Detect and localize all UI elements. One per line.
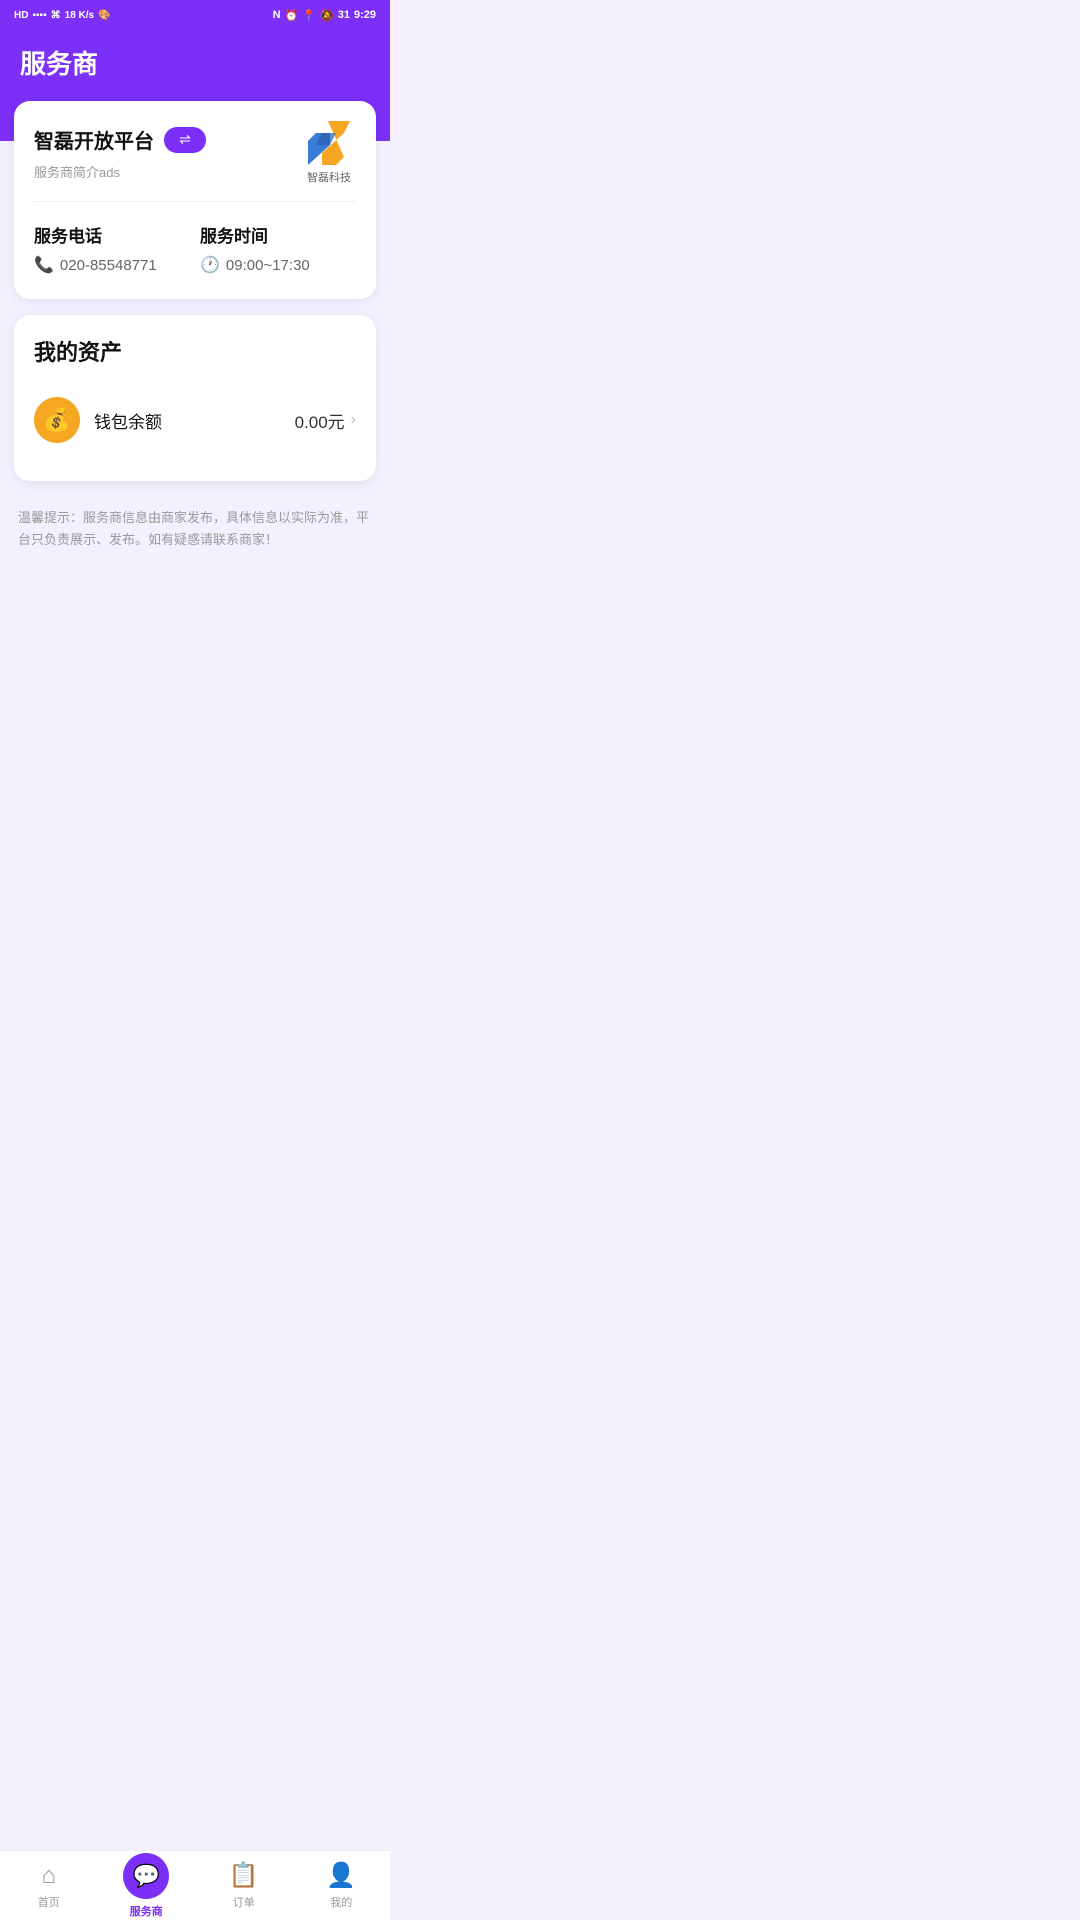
nfc-icon: N (273, 9, 281, 21)
clock-icon: 🕐 (200, 255, 220, 275)
swap-icon: ⇌ (179, 131, 191, 148)
provider-logo (302, 121, 356, 165)
signal-icon: ▪▪▪▪ (32, 10, 46, 21)
status-bar: HD ▪▪▪▪ ⌘ 18 K/s 🎨 N ⏰ 📍 🔕 31 9:29 (0, 0, 390, 28)
provider-logo-block: 智磊科技 (302, 121, 356, 185)
wallet-left: 💰 钱包余额 (34, 397, 162, 443)
nav-item-home[interactable]: ⌂ 首页 (0, 1851, 98, 1920)
hours-text: 09:00~17:30 (226, 257, 310, 274)
provider-name-block: 智磊开放平台 ⇌ (34, 125, 206, 154)
phone-number: 020-85548771 (60, 257, 157, 274)
wallet-row[interactable]: 💰 钱包余额 0.00元 › (34, 383, 356, 457)
phone-icon: 📞 (34, 255, 54, 275)
provider-header: 智磊开放平台 ⇌ 服务商简介ads 智磊科技 (34, 121, 356, 202)
nav-label-mine: 我的 (330, 1894, 352, 1910)
phone-value[interactable]: 📞 020-85548771 (34, 255, 190, 275)
phone-label: 服务电话 (34, 222, 190, 247)
status-right: N ⏰ 📍 🔕 31 9:29 (273, 9, 376, 22)
nav-item-mine[interactable]: 👤 我的 (293, 1851, 391, 1920)
swap-badge[interactable]: ⇌ (164, 127, 206, 153)
time-text: 9:29 (354, 9, 376, 21)
alarm-icon: ⏰ (285, 9, 299, 22)
location-icon: 📍 (302, 9, 316, 22)
nav-bubble-provider: 💬 (123, 1853, 169, 1899)
home-icon: ⌂ (42, 1862, 57, 1890)
page-title: 服务商 (20, 44, 370, 81)
mute-icon: 🔕 (320, 9, 334, 22)
nav-label-home: 首页 (38, 1894, 60, 1910)
nav-item-orders[interactable]: 📋 订单 (195, 1851, 293, 1920)
nav-label-orders: 订单 (233, 1894, 255, 1910)
wallet-icon: 💰 (43, 407, 70, 433)
main-content: 智磊开放平台 ⇌ 服务商简介ads 智磊科技 (0, 101, 390, 551)
provider-name: 智磊开放平台 (34, 125, 154, 154)
status-left: HD ▪▪▪▪ ⌘ 18 K/s 🎨 (14, 10, 111, 21)
wallet-label: 钱包余额 (94, 408, 162, 433)
provider-card: 智磊开放平台 ⇌ 服务商简介ads 智磊科技 (14, 101, 376, 299)
battery-text: 31 (338, 9, 350, 21)
hours-label: 服务时间 (200, 222, 356, 247)
mine-icon: 👤 (326, 1861, 356, 1890)
orders-icon: 📋 (229, 1861, 259, 1890)
provider-nav-icon: 💬 (133, 1863, 160, 1889)
nav-item-provider[interactable]: 💬 服务商 (98, 1851, 196, 1920)
wallet-right: 0.00元 › (295, 408, 356, 433)
assets-card: 我的资产 💰 钱包余额 0.00元 › (14, 315, 376, 481)
hours-col: 服务时间 🕐 09:00~17:30 (200, 222, 356, 275)
speed-text: 18 K/s (65, 10, 94, 21)
service-info: 服务电话 📞 020-85548771 服务时间 🕐 09:00~17:30 (34, 222, 356, 275)
provider-logo-label: 智磊科技 (307, 169, 351, 185)
provider-info-left: 智磊开放平台 ⇌ 服务商简介ads (34, 125, 206, 181)
phone-col: 服务电话 📞 020-85548771 (34, 222, 190, 275)
wallet-amount: 0.00元 (295, 408, 345, 433)
hours-value: 🕐 09:00~17:30 (200, 255, 356, 275)
bottom-nav: ⌂ 首页 💬 服务商 📋 订单 👤 我的 (0, 1850, 390, 1920)
wifi-icon: ⌘ (51, 10, 61, 21)
notice-text: 温馨提示：服务商信息由商家发布，具体信息以实际为准，平台只负责展示、发布。如有疑… (14, 497, 376, 551)
nav-label-provider: 服务商 (130, 1903, 163, 1919)
assets-title: 我的资产 (34, 335, 356, 367)
provider-description: 服务商简介ads (34, 162, 206, 181)
wallet-icon-circle: 💰 (34, 397, 80, 443)
hd-icon: HD (14, 10, 28, 21)
color-icon: 🎨 (98, 10, 110, 21)
chevron-right-icon: › (351, 411, 356, 429)
